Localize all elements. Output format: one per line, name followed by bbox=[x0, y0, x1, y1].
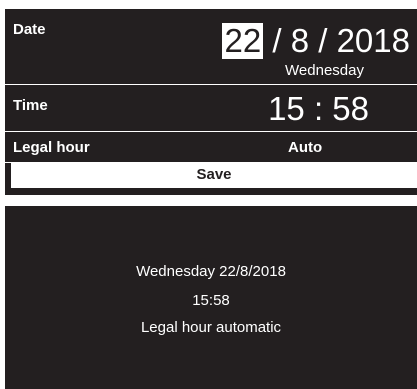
date-row: Date 22 / 8 / 2018 Wednesday bbox=[5, 9, 417, 85]
month-field[interactable]: 8 bbox=[291, 22, 309, 59]
summary-time-text: 15:58 bbox=[192, 292, 230, 309]
summary-date-text: Wednesday 22/8/2018 bbox=[136, 263, 286, 280]
time-row: Time 15 : 58 bbox=[5, 85, 417, 132]
legal-hour-row: Legal hour Auto bbox=[5, 132, 417, 163]
legal-hour-field[interactable]: Auto bbox=[288, 139, 322, 156]
date-separator: / bbox=[309, 22, 337, 59]
day-field[interactable]: 22 bbox=[222, 23, 264, 59]
weekday-text: Wednesday bbox=[285, 62, 364, 79]
legal-hour-label: Legal hour bbox=[13, 139, 90, 156]
date-separator: / bbox=[263, 22, 291, 59]
time-label: Time bbox=[13, 97, 48, 114]
summary-panel: Wednesday 22/8/2018 15:58 Legal hour aut… bbox=[5, 206, 417, 389]
time-field[interactable]: 15 : 58 bbox=[268, 91, 369, 127]
save-button[interactable]: Save bbox=[11, 162, 417, 188]
date-value: 22 / 8 / 2018 bbox=[222, 22, 410, 60]
date-label: Date bbox=[13, 21, 46, 38]
year-field[interactable]: 2018 bbox=[337, 22, 410, 59]
settings-panel: Date 22 / 8 / 2018 Wednesday Time 15 : 5… bbox=[5, 9, 417, 195]
summary-legal-hour-text: Legal hour automatic bbox=[140, 319, 282, 336]
